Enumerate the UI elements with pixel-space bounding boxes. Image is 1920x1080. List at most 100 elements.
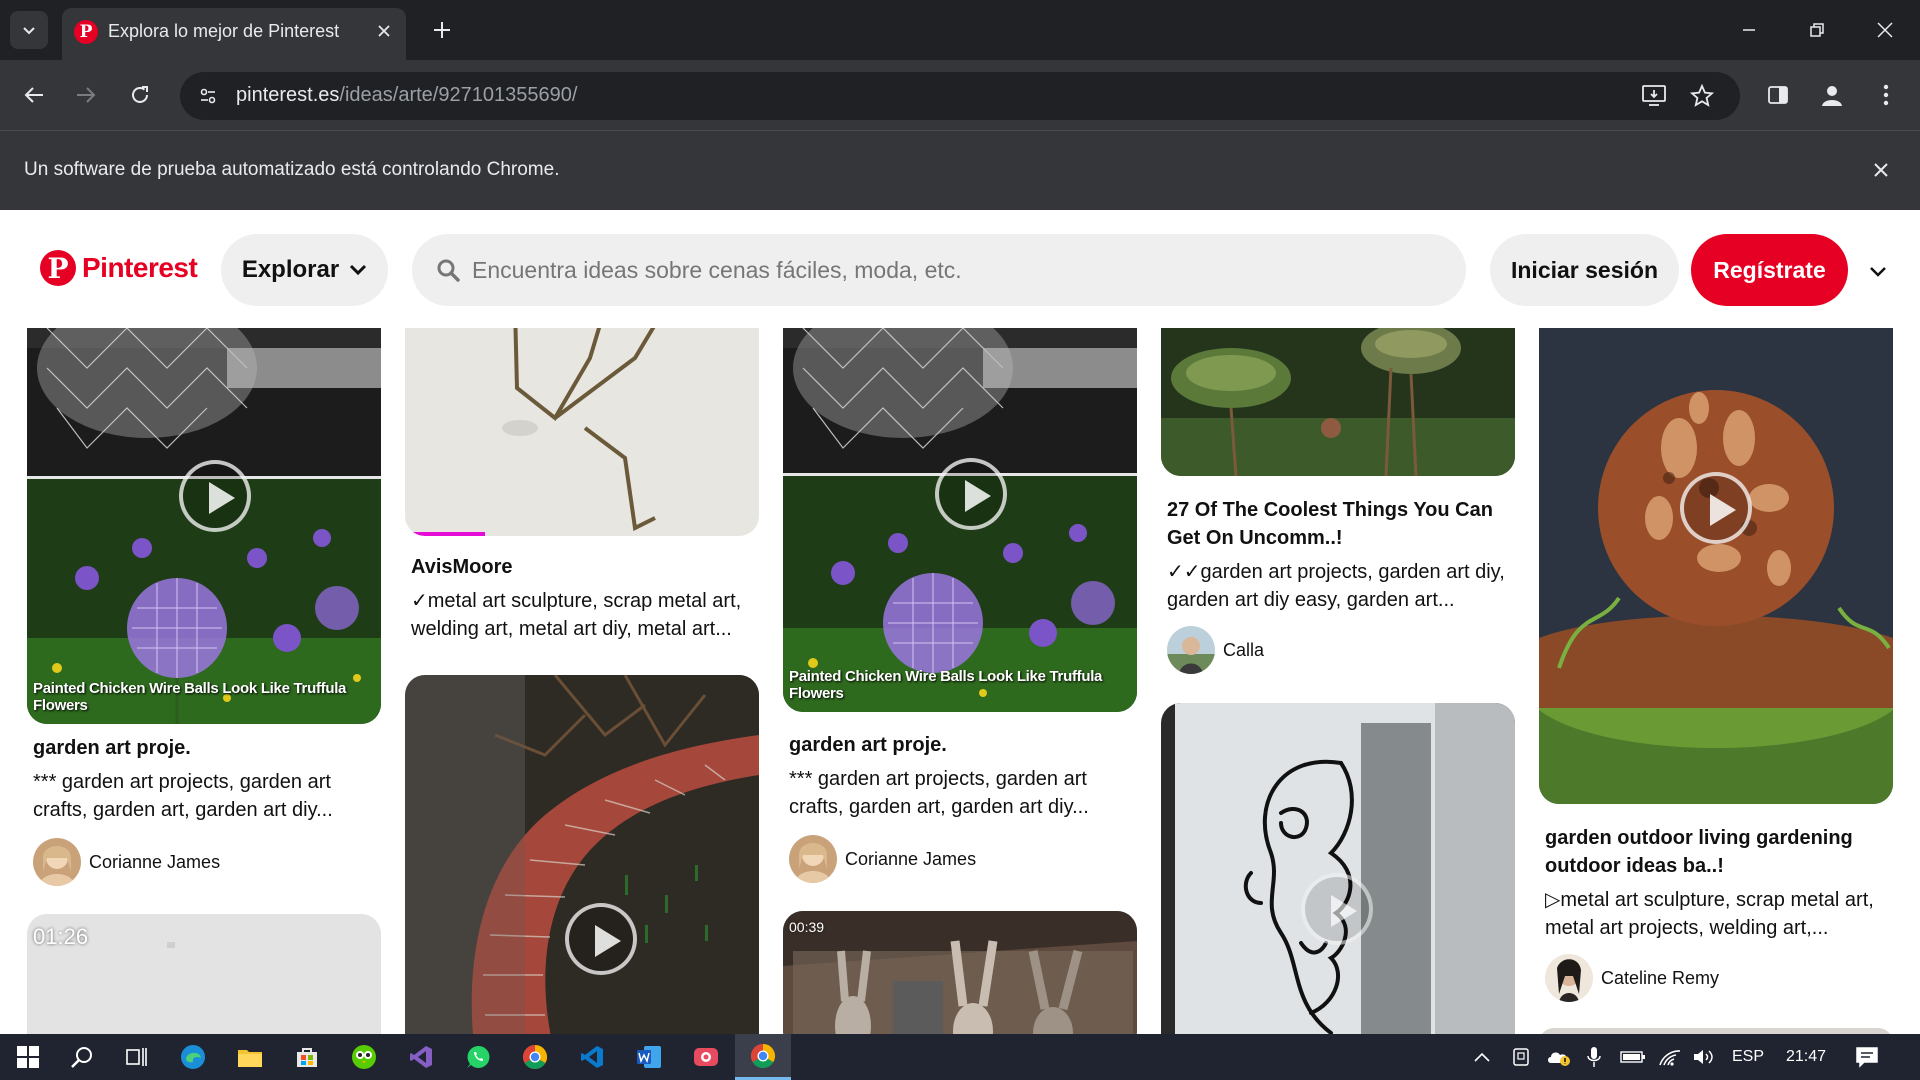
tab-search-button[interactable] <box>10 11 48 49</box>
automation-infobar: Un software de prueba automatizado está … <box>0 130 1920 210</box>
back-button[interactable] <box>14 75 54 115</box>
login-button[interactable]: Iniciar sesión <box>1490 234 1679 306</box>
pinterest-favicon-icon: P <box>74 20 98 44</box>
signup-button[interactable]: Regístrate <box>1691 234 1848 306</box>
duolingo-app[interactable] <box>336 1034 392 1080</box>
pin-title[interactable]: garden outdoor living gardening outdoor … <box>1545 824 1885 880</box>
explore-button[interactable]: Explorar <box>221 234 388 306</box>
author-name: Cateline Remy <box>1601 967 1720 988</box>
metal-sphere-image <box>1539 328 1893 804</box>
folder-icon <box>238 1050 262 1067</box>
pin-description: *** garden art projects, garden art craf… <box>789 768 1089 818</box>
pin-video-brick-edging[interactable] <box>405 675 759 1034</box>
show-hidden-icons-button[interactable] <box>1474 1034 1490 1080</box>
play-icon[interactable] <box>179 460 251 532</box>
url-text[interactable]: pinterest.es/ideas/arte/927101355690/ <box>236 84 577 107</box>
chrome-app[interactable] <box>507 1034 563 1080</box>
pin-video-chicken-wire-balls-2[interactable]: Painted Chicken Wire Balls Look Like Tru… <box>783 328 1137 712</box>
pin-title[interactable]: 27 Of The Coolest Things You Can Get On … <box>1167 496 1507 552</box>
chevron-down-icon <box>350 264 367 276</box>
reload-button[interactable] <box>120 75 160 115</box>
pin-video-metal-sphere[interactable] <box>1539 328 1893 804</box>
volume-tray-icon[interactable] <box>1692 1034 1716 1080</box>
profile-icon[interactable] <box>1816 79 1848 111</box>
visual-studio-icon <box>410 1046 432 1068</box>
avatar <box>33 838 81 886</box>
word-icon <box>637 1046 661 1068</box>
more-options-button[interactable] <box>1858 254 1898 290</box>
pin-video-chicken-wire-balls[interactable]: Painted Chicken Wire Balls Look Like Tru… <box>27 328 381 724</box>
clock[interactable]: 21:47 <box>1786 1034 1826 1080</box>
site-info-icon[interactable] <box>194 82 222 110</box>
visual-studio-app[interactable] <box>393 1034 449 1080</box>
tab-close-button[interactable] <box>369 16 399 46</box>
search-bar[interactable] <box>412 234 1466 306</box>
play-icon[interactable] <box>1301 873 1373 945</box>
task-view-icon <box>126 1048 147 1066</box>
battery-tray-icon[interactable] <box>1620 1034 1646 1080</box>
pinterest-logo-icon: P <box>40 250 76 286</box>
onedrive-tray-icon[interactable] <box>1546 1034 1572 1080</box>
pin-description: ✓✓garden art projects, garden art diy, g… <box>1167 561 1505 611</box>
play-icon[interactable] <box>565 903 637 975</box>
recorder-app[interactable] <box>678 1034 734 1080</box>
browser-menu-icon[interactable] <box>1870 79 1902 111</box>
pin-title[interactable]: garden art proje. <box>33 734 191 762</box>
word-app[interactable] <box>621 1034 677 1080</box>
chrome-icon <box>522 1045 548 1070</box>
pin-author[interactable]: Cateline Remy <box>1545 954 1719 1002</box>
restore-icon <box>1810 23 1824 37</box>
install-app-icon[interactable] <box>1640 82 1668 110</box>
forward-button[interactable] <box>66 75 106 115</box>
speaker-icon <box>1694 1050 1713 1064</box>
play-icon[interactable] <box>935 458 1007 530</box>
pin-author[interactable]: Corianne James <box>789 835 976 883</box>
store-app[interactable] <box>279 1034 335 1080</box>
minimize-button[interactable] <box>1726 8 1772 52</box>
taskbar-search-button[interactable] <box>54 1034 110 1080</box>
pinterest-header: P Pinterest Explorar Iniciar sesión Regí… <box>0 210 1920 330</box>
pin-title[interactable]: AvisMoore <box>411 553 513 581</box>
edge-app[interactable] <box>165 1034 221 1080</box>
side-panel-icon[interactable] <box>1762 79 1794 111</box>
author-name: Corianne James <box>845 848 977 869</box>
pin-image-metal-sculpture[interactable] <box>405 328 759 536</box>
explore-label: Explorar <box>241 256 340 283</box>
chrome-app-active[interactable] <box>735 1034 791 1080</box>
play-icon[interactable] <box>1680 472 1752 544</box>
bookmark-star-icon[interactable] <box>1688 82 1716 110</box>
rabbit-sculptures-image <box>783 911 1137 1034</box>
pin-video-face-line-art[interactable] <box>1161 703 1515 1034</box>
task-view-button[interactable] <box>108 1034 164 1080</box>
browser-tab-active[interactable]: P Explora lo mejor de Pinterest <box>62 8 406 60</box>
close-icon <box>1874 163 1888 177</box>
pin-title[interactable]: garden art proje. <box>789 731 947 759</box>
infobar-close-button[interactable] <box>1866 155 1896 185</box>
window-close-button[interactable] <box>1862 8 1908 52</box>
whatsapp-app[interactable] <box>450 1034 506 1080</box>
search-input[interactable] <box>472 234 1432 306</box>
pinterest-logo[interactable]: P Pinterest <box>40 250 198 286</box>
url-host: pinterest.es <box>236 84 340 106</box>
metal-sculpture-image <box>405 328 759 536</box>
network-tray-icon[interactable] <box>1658 1034 1682 1080</box>
new-tab-button[interactable] <box>424 12 460 48</box>
restore-button[interactable] <box>1794 8 1840 52</box>
device-tray-icon[interactable] <box>1512 1034 1530 1080</box>
store-icon <box>297 1048 317 1067</box>
search-icon <box>437 259 460 282</box>
avatar <box>789 835 837 883</box>
vscode-app[interactable] <box>564 1034 620 1080</box>
pin-author[interactable]: Corianne James <box>33 838 220 886</box>
plus-icon <box>434 22 450 38</box>
pin-image-garden-planters[interactable] <box>1161 328 1515 476</box>
language-indicator[interactable]: ESP <box>1732 1034 1764 1080</box>
address-bar[interactable]: pinterest.es/ideas/arte/927101355690/ <box>180 72 1740 120</box>
pin-video-rabbit-sculptures[interactable]: 00:39 <box>783 911 1137 1034</box>
pin-author[interactable]: Calla <box>1167 626 1264 674</box>
file-explorer-app[interactable] <box>222 1034 278 1080</box>
start-button[interactable] <box>0 1034 56 1080</box>
notifications-button[interactable] <box>1856 1034 1878 1080</box>
microphone-tray-icon[interactable] <box>1586 1034 1602 1080</box>
pin-video-next[interactable]: 01:26 <box>27 914 381 1034</box>
